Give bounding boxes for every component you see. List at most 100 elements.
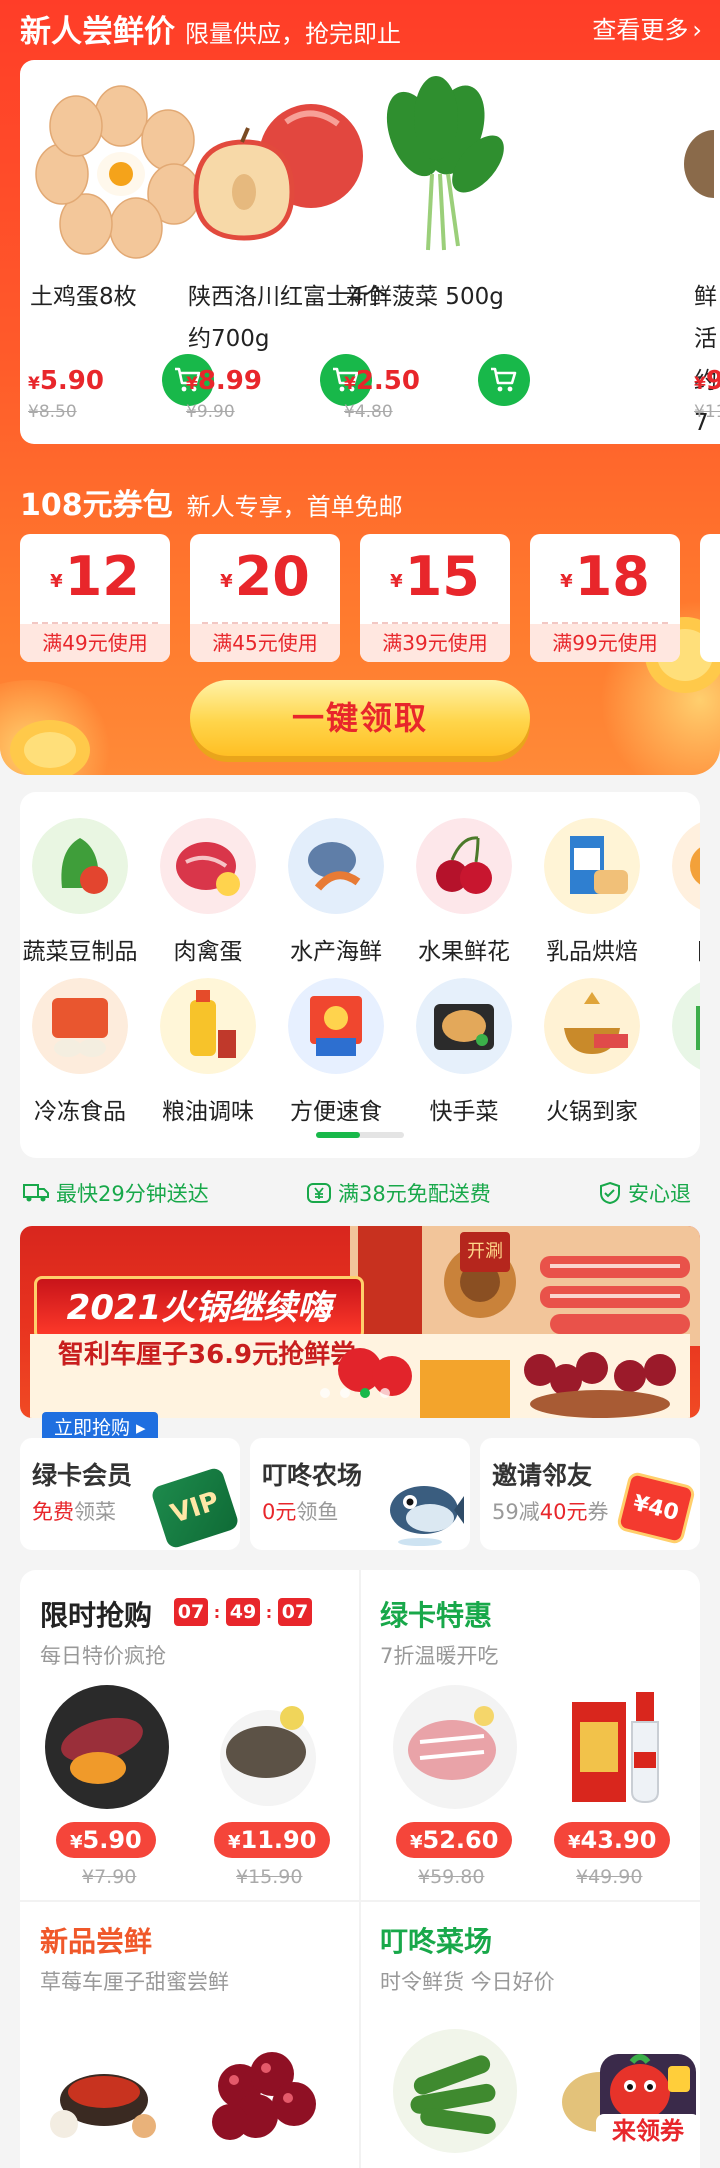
member-card-subtitle: 0元领鱼 — [262, 1500, 339, 1524]
floating-coupon-button[interactable]: 来领券 — [596, 2046, 700, 2150]
service-safe-refund: 安心退 — [598, 1176, 691, 1210]
category-label: 水果鲜花 — [418, 939, 510, 965]
category-item[interactable]: 网红 — [656, 818, 700, 966]
meat-icon — [160, 818, 256, 914]
category-label: 网红 — [656, 932, 700, 966]
see-more-label: 查看更多 — [592, 16, 689, 44]
deal-price: ¥43.90 — [554, 1822, 671, 1858]
flash-sale-title: 限时抢购 — [40, 1599, 153, 1632]
grain-oil-icon — [160, 978, 256, 1074]
product-price: ¥5.90 — [28, 366, 104, 396]
new-product-subtitle: 草莓车厘子甜蜜尝鲜 — [40, 1970, 229, 1994]
banner-pager-dot — [320, 1388, 330, 1398]
product-original-price: ¥11 — [694, 402, 720, 422]
vegetable-icon — [32, 818, 128, 914]
category-item[interactable]: 方便速食 — [272, 978, 400, 1126]
market-title: 叮咚菜场 — [380, 1925, 493, 1958]
divider — [359, 1570, 361, 2168]
category-item[interactable]: 肉禽蛋 — [144, 818, 272, 966]
invite-neighbor-entry[interactable]: 邀请邻友 59减40元券 ¥40 — [480, 1438, 700, 1550]
category-label: 方便速食 — [290, 1099, 382, 1125]
coupon-card[interactable]: ¥20 满45元使用 — [190, 534, 340, 662]
category-item[interactable]: 乳品烘焙 — [528, 818, 656, 966]
timer-seconds: 07 — [278, 1598, 312, 1626]
cherries-image — [212, 2052, 316, 2140]
product-original-price: ¥9.90 — [186, 402, 235, 422]
cucumber-image — [393, 2029, 517, 2153]
vip-badge-icon: VIP — [149, 1466, 240, 1550]
new-user-product-list[interactable]: 土鸡蛋8枚 ¥5.90 ¥8.50 陕西洛川红富士4个 约700g ¥8.99 … — [20, 60, 720, 444]
coupon-amount: ¥20 — [220, 545, 310, 608]
see-more-link[interactable]: 查看更多 › — [592, 10, 702, 45]
member-card-title: 邀请邻友 — [492, 1461, 593, 1490]
countdown-timer: 07: 49: 07 — [174, 1598, 312, 1626]
category-item[interactable]: 水产海鲜 — [272, 818, 400, 966]
coupon-condition: 满39元使用 — [360, 624, 510, 662]
coupon-pack-title: 108元券包 — [20, 488, 173, 523]
coupon-card[interactable]: ¥15 满39元使用 — [360, 534, 510, 662]
category-label: 水产海鲜 — [290, 939, 382, 965]
new-user-subtitle: 限量供应，抢完即止 — [185, 20, 401, 48]
green-card-subtitle: 7折温暖开吃 — [380, 1644, 499, 1668]
service-label: 安心退 — [628, 1182, 691, 1206]
product-card[interactable]: 鲜活约7 ¥9. ¥11 — [494, 60, 720, 444]
category-item[interactable]: 火锅到家 — [528, 978, 656, 1126]
sweet-potato-image — [45, 1685, 169, 1809]
hotpot-food-illustration — [350, 1226, 700, 1346]
banner-pager-dot — [380, 1388, 390, 1398]
shield-check-icon — [600, 1181, 620, 1205]
coupon-amount: ¥12 — [50, 545, 140, 608]
yen-coin-icon — [307, 1183, 331, 1203]
member-card-title: 叮咚农场 — [262, 1461, 363, 1490]
dingdong-farm-entry[interactable]: 叮咚农场 0元领鱼 — [250, 1438, 470, 1550]
category-label: 火锅到家 — [546, 1099, 638, 1125]
service-label: 满38元免配送费 — [338, 1182, 491, 1206]
deal-price: ¥5.90 — [56, 1822, 156, 1858]
red-envelope-icon: ¥40 — [615, 1470, 697, 1546]
chevron-right-icon: › — [692, 16, 702, 44]
coupon-pack-subtitle: 新人专享，首单免邮 — [186, 493, 403, 521]
coupon-card[interactable]: ¥18 满99元使用 — [530, 534, 680, 662]
green-card-member-entry[interactable]: 绿卡会员 免费领菜 VIP — [20, 1438, 240, 1550]
category-item[interactable]: 冷冻食品 — [20, 978, 144, 1126]
hotpot-set-image — [50, 2074, 156, 2138]
category-item[interactable]: 蔬菜豆制品 — [20, 818, 144, 966]
category-item[interactable]: 快手菜 — [400, 978, 528, 1126]
banner-pager — [320, 1388, 390, 1398]
flash-sale-subtitle: 每日特价疯抢 — [40, 1644, 166, 1668]
member-card-subtitle: 免费领菜 — [32, 1500, 116, 1524]
service-label: 最快29分钟送达 — [56, 1182, 209, 1206]
category-label: 蔬菜豆制品 — [22, 939, 138, 965]
category-label: 快手菜 — [429, 1099, 499, 1125]
coupon-card[interactable]: ¥12 满49元使用 — [20, 534, 170, 662]
coupon-amount: ¥15 — [390, 545, 480, 608]
floating-coupon-label: 来领券 — [596, 2114, 700, 2148]
deal-original-price: ¥7.90 — [82, 1866, 137, 1888]
category-item[interactable]: 零 — [656, 978, 700, 1126]
market-subtitle: 时令鲜货 今日好价 — [380, 1970, 555, 1994]
category-label: 乳品烘焙 — [546, 939, 638, 965]
claim-all-coupons-button[interactable]: 一键领取 — [190, 680, 530, 756]
deal-original-price: ¥49.90 — [576, 1866, 643, 1888]
category-pager — [316, 1132, 404, 1138]
delivery-truck-icon — [23, 1184, 49, 1202]
coupon-condition: 满99元使用 — [530, 624, 680, 662]
service-free-shipping: 满38元免配送费 — [306, 1176, 491, 1210]
category-item[interactable]: 粮油调味 — [144, 978, 272, 1126]
quick-dish-icon — [416, 978, 512, 1074]
banner-subtitle-area: 智利车厘子36.9元抢鲜尝 — [30, 1334, 690, 1418]
fish-image — [220, 1706, 316, 1806]
category-item[interactable]: 水果鲜花 — [400, 818, 528, 966]
pork-ribs-image — [393, 1685, 517, 1809]
category-label: 粮油调味 — [162, 1099, 254, 1125]
trending-icon — [672, 822, 700, 910]
banner-pager-dot-active — [360, 1388, 370, 1398]
banner-pager-dot — [340, 1388, 350, 1398]
coupon-card-partial[interactable] — [700, 534, 720, 662]
product-original-price: ¥4.80 — [344, 402, 393, 422]
timer-minutes: 49 — [226, 1598, 260, 1626]
instant-food-icon — [288, 978, 384, 1074]
product-price: ¥8.99 — [186, 366, 262, 396]
category-label: 零 — [656, 1092, 700, 1126]
coupon-pack-header: 108元券包 新人专享，首单免邮 — [20, 480, 403, 524]
